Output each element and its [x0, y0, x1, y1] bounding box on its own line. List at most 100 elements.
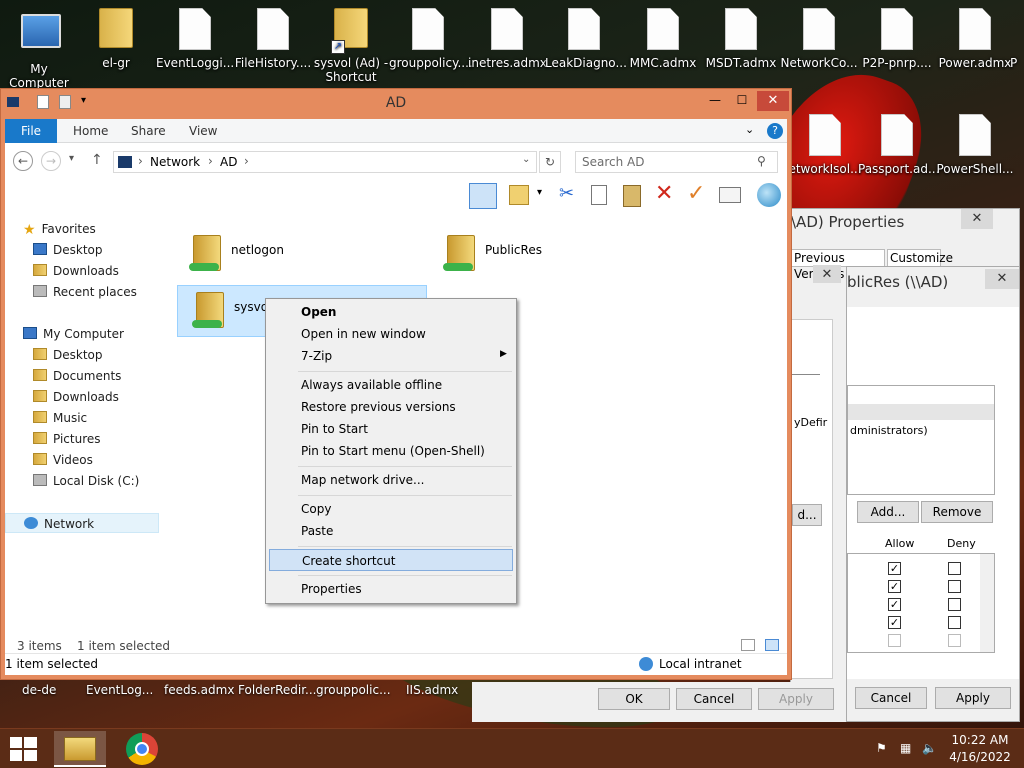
- nav-pc-music[interactable]: Music: [33, 408, 87, 428]
- group-entry-administrators[interactable]: dministrators): [850, 424, 928, 437]
- desktop-icon-power[interactable]: Power.admx: [936, 8, 1014, 70]
- nav-network[interactable]: Network: [5, 513, 159, 533]
- nav-pc-documents[interactable]: Documents: [33, 366, 121, 386]
- desktop-icon-iis[interactable]: IIS.admx: [406, 683, 458, 697]
- deny-checkbox[interactable]: [948, 598, 961, 611]
- deny-checkbox[interactable]: [948, 562, 961, 575]
- close-button[interactable]: ✕: [813, 265, 841, 283]
- folder-item-publicres[interactable]: PublicRes: [429, 229, 669, 279]
- menu-item-restore-previous-versions[interactable]: Restore previous versions: [269, 396, 513, 418]
- taskbar-file-explorer[interactable]: [54, 731, 106, 767]
- menu-item-7zip[interactable]: 7-Zip: [269, 345, 513, 367]
- apply-button[interactable]: Apply: [758, 688, 834, 710]
- desktop-icon-mmc[interactable]: MMC.admx: [624, 8, 702, 70]
- desktop-icon-networkisolation[interactable]: etworkIsol...: [786, 114, 864, 176]
- ribbon-expand-icon[interactable]: ⌄: [745, 123, 754, 136]
- nav-pc-desktop[interactable]: Desktop: [33, 345, 103, 365]
- up-button[interactable]: ↑: [91, 152, 103, 168]
- properties-icon[interactable]: [719, 187, 741, 203]
- group-list[interactable]: dministrators): [847, 385, 995, 495]
- start-button[interactable]: [10, 737, 38, 761]
- breadcrumb-network[interactable]: Network: [150, 155, 200, 169]
- desktop-icon-folderredir[interactable]: FolderRedir...: [238, 683, 317, 697]
- nav-fav-recent-places[interactable]: Recent places: [33, 282, 137, 302]
- close-button[interactable]: ✕: [961, 209, 993, 229]
- folder-item-netlogon[interactable]: netlogon: [175, 229, 415, 279]
- folder-options-icon[interactable]: [509, 185, 529, 205]
- nav-fav-desktop[interactable]: Desktop: [33, 240, 103, 260]
- allow-checkbox[interactable]: ✓: [888, 598, 901, 611]
- paste-icon[interactable]: [623, 185, 641, 207]
- breadcrumb-ad[interactable]: AD: [220, 155, 237, 169]
- search-input[interactable]: Search AD: [575, 151, 778, 173]
- desktop-icon-grouppolicy[interactable]: grouppolicy....: [389, 8, 473, 70]
- forward-button[interactable]: →: [41, 151, 61, 171]
- clock-time[interactable]: 10:22 AM: [944, 733, 1016, 747]
- menu-item-copy[interactable]: Copy: [269, 498, 513, 520]
- details-view-icon[interactable]: [741, 639, 755, 651]
- large-icons-view-icon[interactable]: [765, 639, 779, 651]
- desktop-icon-leakdiagnostic[interactable]: LeakDiagno...: [545, 8, 627, 70]
- desktop-icon-filehistory[interactable]: FileHistory....: [234, 8, 312, 70]
- menu-item-always-available-offline[interactable]: Always available offline: [269, 374, 513, 396]
- menu-item-open[interactable]: Open: [269, 301, 513, 323]
- add-button[interactable]: Add...: [857, 501, 919, 523]
- network-tray-icon[interactable]: ▦: [900, 741, 911, 755]
- menu-item-pin-to-start-menu[interactable]: Pin to Start menu (Open-Shell): [269, 440, 513, 462]
- nav-pc-local-disk[interactable]: Local Disk (C:): [33, 471, 139, 491]
- deny-checkbox[interactable]: [948, 580, 961, 593]
- allow-checkbox[interactable]: ✓: [888, 616, 901, 629]
- tab-view[interactable]: View: [177, 119, 229, 143]
- tab-customize[interactable]: Customize: [887, 249, 953, 267]
- close-button[interactable]: ✕: [985, 269, 1019, 289]
- cut-icon[interactable]: ✂: [559, 183, 574, 204]
- recent-locations-icon[interactable]: ▾: [69, 153, 74, 164]
- help-icon[interactable]: ?: [767, 123, 783, 139]
- desktop-icon-partial[interactable]: P: [1010, 8, 1024, 70]
- volume-muted-icon[interactable]: 🔈: [922, 741, 937, 755]
- menu-item-properties[interactable]: Properties: [269, 578, 513, 600]
- refresh-button[interactable]: ↻: [539, 151, 561, 173]
- deny-checkbox[interactable]: [948, 616, 961, 629]
- allow-checkbox[interactable]: ✓: [888, 580, 901, 593]
- desktop-icon-msdt[interactable]: MSDT.admx: [702, 8, 780, 70]
- menu-item-map-network-drive[interactable]: Map network drive...: [269, 469, 513, 491]
- desktop-icon-powershell[interactable]: PowerShell...: [936, 114, 1014, 176]
- back-button[interactable]: ←: [13, 151, 33, 171]
- desktop-icon-feeds[interactable]: feeds.admx: [164, 683, 234, 697]
- menu-item-paste[interactable]: Paste: [269, 520, 513, 542]
- nav-fav-downloads[interactable]: Downloads: [33, 261, 119, 281]
- tab-home[interactable]: Home: [61, 119, 120, 143]
- menu-item-pin-to-start[interactable]: Pin to Start: [269, 418, 513, 440]
- address-bar[interactable]: › Network › AD › ⌄: [113, 151, 537, 173]
- nav-favorites[interactable]: ★ Favorites: [23, 219, 96, 239]
- remove-button[interactable]: Remove: [921, 501, 993, 523]
- maximize-button[interactable]: ☐: [729, 93, 755, 113]
- nav-pc-pictures[interactable]: Pictures: [33, 429, 101, 449]
- nav-pc-videos[interactable]: Videos: [33, 450, 93, 470]
- desktop-icon-grouppolic[interactable]: grouppolic...: [316, 683, 391, 697]
- cancel-button[interactable]: Cancel: [676, 688, 752, 710]
- address-dropdown-icon[interactable]: ⌄: [522, 154, 530, 165]
- clock-date[interactable]: 4/16/2022: [944, 750, 1016, 764]
- desktop-icon-sysvol-shortcut[interactable]: ↗ sysvol (Ad) - Shortcut: [312, 8, 390, 84]
- desktop-icon-inetres[interactable]: inetres.admx: [468, 8, 547, 70]
- dropdown-icon[interactable]: ▾: [537, 187, 542, 198]
- cancel-button[interactable]: Cancel: [855, 687, 927, 709]
- preview-pane-icon[interactable]: [469, 183, 497, 209]
- copy-icon[interactable]: [591, 185, 607, 205]
- nav-my-computer[interactable]: My Computer: [23, 324, 124, 344]
- nav-pc-downloads[interactable]: Downloads: [33, 387, 119, 407]
- ok-button[interactable]: OK: [598, 688, 670, 710]
- menu-item-create-shortcut[interactable]: Create shortcut: [269, 549, 513, 571]
- checkmark-icon[interactable]: ✓: [687, 181, 705, 207]
- tab-file[interactable]: File: [5, 119, 57, 143]
- apply-button[interactable]: Apply: [935, 687, 1011, 709]
- delete-icon[interactable]: ✕: [655, 181, 673, 207]
- menu-item-open-new-window[interactable]: Open in new window: [269, 323, 513, 345]
- title-bar[interactable]: ▾ AD — ☐ ✕: [1, 89, 791, 119]
- globe-icon[interactable]: [757, 183, 781, 207]
- taskbar-chrome[interactable]: [126, 733, 158, 765]
- allow-checkbox[interactable]: ✓: [888, 562, 901, 575]
- desktop-icon-networkco[interactable]: NetworkCo...: [780, 8, 858, 70]
